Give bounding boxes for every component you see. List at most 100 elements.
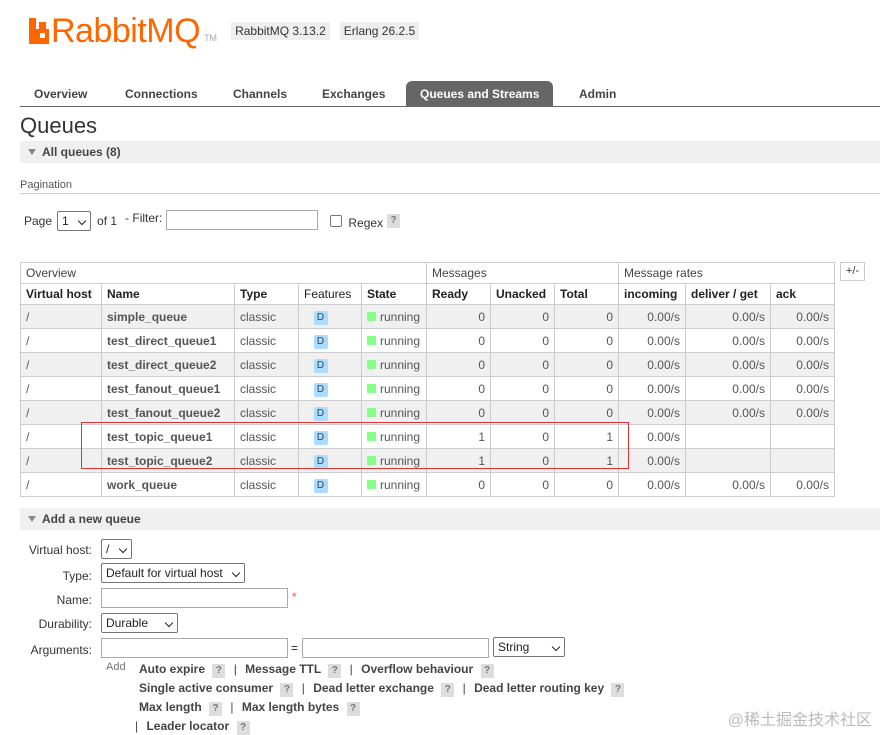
table-row[interactable]: / test_direct_queue1 classic D running 0… <box>20 328 835 353</box>
cell-vhost: / <box>20 400 102 425</box>
tab-channels[interactable]: Channels <box>219 81 301 107</box>
arg-dead-letter-routing-key-link[interactable]: Dead letter routing key <box>474 681 604 695</box>
argument-value-input[interactable] <box>302 638 489 658</box>
tab-overview[interactable]: Overview <box>20 81 101 107</box>
cell-vhost: / <box>20 328 102 353</box>
all-queues-toggle[interactable]: All queues (8) <box>20 141 880 163</box>
queue-name-link[interactable]: test_direct_queue2 <box>101 352 235 377</box>
single-active-consumer-help-icon[interactable]: ? <box>280 683 294 697</box>
tab-exchanges[interactable]: Exchanges <box>308 81 399 107</box>
type-label: Type: <box>62 569 92 583</box>
message-ttl-help-icon[interactable]: ? <box>328 664 342 678</box>
table-row[interactable]: / test_topic_queue1 classic D running 1 … <box>20 424 835 449</box>
table-row[interactable]: / work_queue classic D running 0 0 0 0.0… <box>20 472 835 497</box>
queue-name-link[interactable]: test_direct_queue1 <box>101 328 235 353</box>
arg-max-length-bytes-link[interactable]: Max length bytes <box>242 700 339 714</box>
cell-ack: 0.00/s <box>770 328 835 353</box>
cell-ack: 0.00/s <box>770 304 835 329</box>
col-deliver-get[interactable]: deliver / get <box>685 283 771 305</box>
queue-name-link[interactable]: work_queue <box>101 472 235 497</box>
durable-badge: D <box>313 358 328 373</box>
col-type[interactable]: Type <box>234 283 299 305</box>
cell-state: running <box>361 328 427 353</box>
regex-checkbox[interactable] <box>330 215 343 227</box>
state-text: running <box>380 453 421 468</box>
regex-help-icon[interactable]: ? <box>387 214 401 228</box>
main-tabs: Overview Connections Channels Exchanges … <box>20 81 880 107</box>
columns-toggle-button[interactable]: +/- <box>840 262 865 281</box>
col-incoming[interactable]: incoming <box>618 283 686 305</box>
table-row[interactable]: / test_direct_queue2 classic D running 0… <box>20 352 835 377</box>
tab-connections[interactable]: Connections <box>111 81 212 107</box>
col-ready[interactable]: Ready <box>426 283 491 305</box>
add-argument-label[interactable]: Add <box>106 661 126 673</box>
required-marker: * <box>292 590 297 604</box>
col-ack[interactable]: ack <box>770 283 835 305</box>
arg-overflow-behaviour-link[interactable]: Overflow behaviour <box>361 662 473 676</box>
filter-input[interactable] <box>166 210 319 230</box>
table-row[interactable]: / test_topic_queue2 classic D running 1 … <box>20 448 835 473</box>
arg-max-length-link[interactable]: Max length <box>139 700 202 714</box>
cell-type: classic <box>234 424 299 449</box>
durability-label: Durability: <box>38 617 92 631</box>
durable-badge: D <box>313 430 328 445</box>
cell-incoming: 0.00/s <box>618 400 686 425</box>
collapse-triangle-icon <box>28 149 36 155</box>
max-length-help-icon[interactable]: ? <box>209 702 223 716</box>
page-title: Queues <box>20 113 98 138</box>
table-row[interactable]: / simple_queue classic D running 0 0 0 0… <box>20 304 835 329</box>
col-virtual-host[interactable]: Virtual host <box>20 283 102 305</box>
group-message-rates: Message rates <box>618 262 835 284</box>
table-row[interactable]: / test_fanout_queue2 classic D running 0… <box>20 400 835 425</box>
state-text: running <box>380 309 421 324</box>
queue-type-select[interactable]: Default for virtual host <box>101 563 245 583</box>
queue-name-link[interactable]: test_fanout_queue2 <box>101 400 235 425</box>
queue-name-link[interactable]: test_fanout_queue1 <box>101 376 235 401</box>
arg-dead-letter-exchange-link[interactable]: Dead letter exchange <box>313 681 434 695</box>
argument-type-select[interactable]: String <box>493 637 565 657</box>
group-messages: Messages <box>426 262 619 284</box>
all-queues-label: All queues (8) <box>42 145 121 159</box>
running-status-icon <box>367 383 376 393</box>
cell-ack: 0.00/s <box>770 352 835 377</box>
col-unacked[interactable]: Unacked <box>490 283 555 305</box>
state-text: running <box>380 333 421 348</box>
max-length-bytes-help-icon[interactable]: ? <box>346 702 360 716</box>
page-select[interactable]: 1 <box>57 211 92 231</box>
queue-name-link[interactable]: test_topic_queue1 <box>101 424 235 449</box>
col-name[interactable]: Name <box>101 283 235 305</box>
col-total[interactable]: Total <box>554 283 619 305</box>
virtual-host-select[interactable]: / <box>101 539 132 559</box>
arg-message-ttl-link[interactable]: Message TTL <box>245 662 321 676</box>
cell-vhost: / <box>20 424 102 449</box>
add-queue-toggle[interactable]: Add a new queue <box>20 508 880 530</box>
running-status-icon <box>367 311 376 321</box>
cell-state: running <box>361 448 427 473</box>
cell-unacked: 0 <box>490 352 555 377</box>
cell-unacked: 0 <box>490 304 555 329</box>
queue-name-input[interactable] <box>101 588 288 608</box>
cell-ready: 0 <box>426 400 491 425</box>
arg-auto-expire-link[interactable]: Auto expire <box>139 662 205 676</box>
cell-total: 0 <box>554 376 619 401</box>
tab-queues-and-streams[interactable]: Queues and Streams <box>406 81 554 107</box>
tab-admin[interactable]: Admin <box>565 81 630 107</box>
col-state[interactable]: State <box>361 283 427 305</box>
arg-single-active-consumer-link[interactable]: Single active consumer <box>139 681 273 695</box>
cell-features: D <box>298 304 362 329</box>
dead-letter-exchange-help-icon[interactable]: ? <box>441 683 455 697</box>
table-row[interactable]: / test_fanout_queue1 classic D running 0… <box>20 376 835 401</box>
queue-name-link[interactable]: test_topic_queue2 <box>101 448 235 473</box>
running-status-icon <box>367 455 376 465</box>
cell-ready: 0 <box>426 304 491 329</box>
cell-deliver-get: 0.00/s <box>685 472 771 497</box>
auto-expire-help-icon[interactable]: ? <box>212 664 226 678</box>
arg-leader-locator-link[interactable]: Leader locator <box>146 719 229 733</box>
dead-letter-routing-key-help-icon[interactable]: ? <box>611 683 625 697</box>
queue-name-link[interactable]: simple_queue <box>101 304 235 329</box>
erlang-version-badge: Erlang 26.2.5 <box>339 22 420 40</box>
durability-select[interactable]: Durable <box>101 613 178 633</box>
argument-key-input[interactable] <box>101 638 288 658</box>
durable-badge: D <box>313 310 328 325</box>
overflow-behaviour-help-icon[interactable]: ? <box>480 664 494 678</box>
